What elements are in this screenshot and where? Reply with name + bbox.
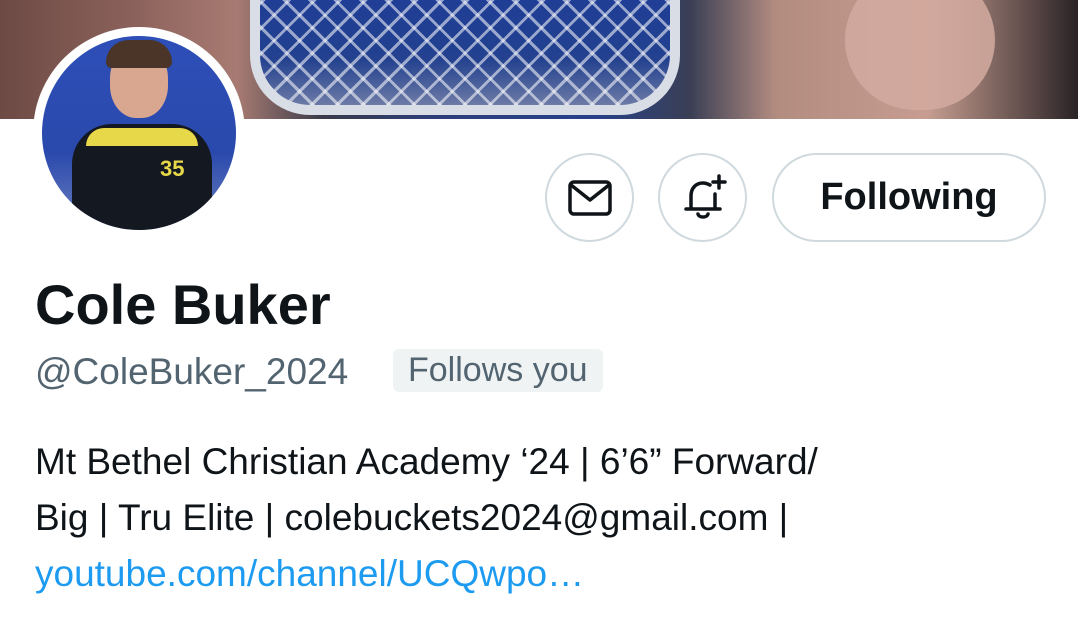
- profile-handle: @ColeBuker_2024: [35, 351, 349, 392]
- bio-line: Mt Bethel Christian Academy ‘24 | 6’6” F…: [35, 441, 818, 482]
- avatar-hair: [106, 40, 172, 68]
- avatar[interactable]: 35: [33, 27, 245, 239]
- banner-ring-image: [250, 0, 680, 115]
- mail-icon: [567, 179, 612, 216]
- profile-name: Cole Buker: [35, 273, 331, 336]
- bio-youtube-link[interactable]: youtube.com/channel/UCQwpo…: [35, 546, 1035, 602]
- bio-line: Big | Tru Elite | colebuckets2024@gmail.…: [35, 497, 789, 538]
- banner-thumb-image: [845, 0, 995, 110]
- avatar-jersey-trim: [86, 128, 198, 146]
- profile-bio: Mt Bethel Christian Academy ‘24 | 6’6” F…: [35, 434, 1035, 602]
- follows-you-badge: Follows you: [393, 349, 603, 392]
- bell-plus-icon: [683, 173, 727, 219]
- avatar-photo: 35: [42, 36, 236, 230]
- following-button[interactable]: Following: [772, 153, 1046, 242]
- message-button[interactable]: [545, 153, 634, 242]
- avatar-jersey-number: 35: [160, 156, 185, 181]
- notify-button[interactable]: [658, 153, 747, 242]
